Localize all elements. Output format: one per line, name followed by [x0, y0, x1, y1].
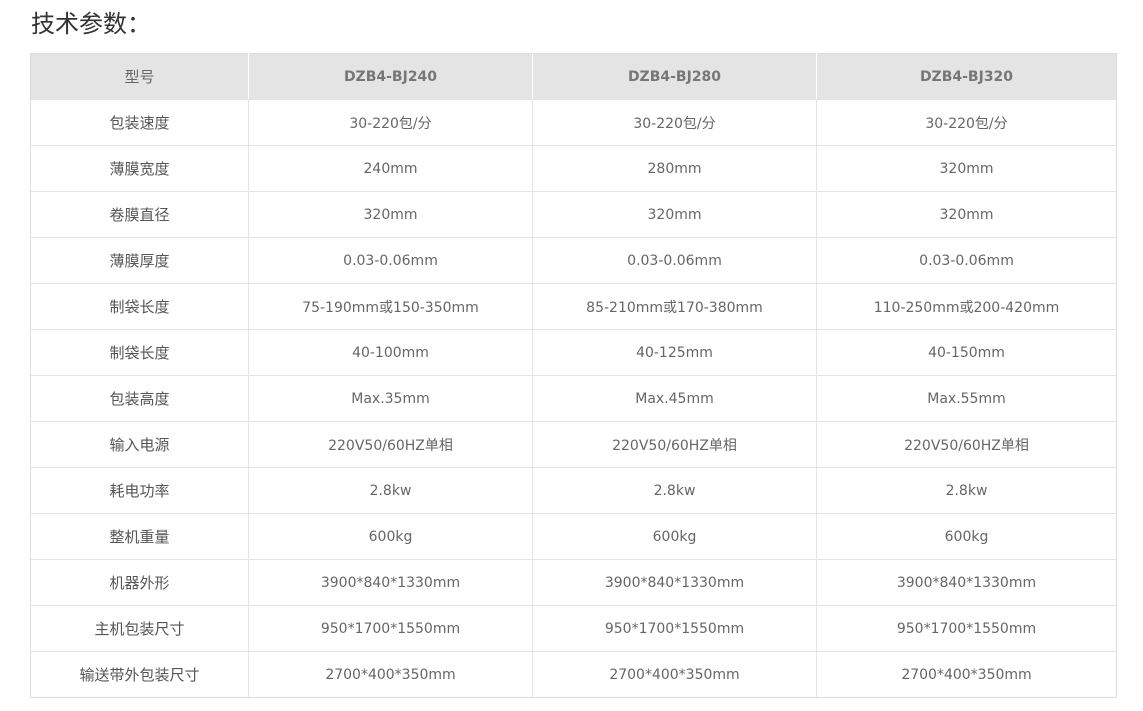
value-cell: 0.03-0.06mm [532, 237, 817, 284]
header-cell-bj240: DZB4-BJ240 [248, 53, 533, 100]
value-cell: 40-100mm [248, 329, 533, 376]
header-cell-bj280: DZB4-BJ280 [532, 53, 817, 100]
table-body: 包装速度 30-220包/分 30-220包/分 30-220包/分 薄膜宽度 … [30, 99, 1117, 698]
spec-table: 型号 DZB4-BJ240 DZB4-BJ280 DZB4-BJ320 包装速度… [30, 53, 1117, 698]
table-row: 耗电功率 2.8kw 2.8kw 2.8kw [30, 467, 1117, 514]
param-name-cell: 输入电源 [30, 421, 249, 468]
value-cell: 2.8kw [816, 467, 1117, 514]
header-cell-model: 型号 [30, 53, 249, 100]
value-cell: 30-220包/分 [532, 99, 817, 146]
value-cell: Max.35mm [248, 375, 533, 422]
value-cell: 2700*400*350mm [532, 651, 817, 698]
table-row: 制袋长度 40-100mm 40-125mm 40-150mm [30, 329, 1117, 376]
table-row: 制袋长度 75-190mm或150-350mm 85-210mm或170-380… [30, 283, 1117, 330]
table-row: 包装高度 Max.35mm Max.45mm Max.55mm [30, 375, 1117, 422]
table-row: 主机包装尺寸 950*1700*1550mm 950*1700*1550mm 9… [30, 605, 1117, 652]
value-cell: 0.03-0.06mm [816, 237, 1117, 284]
value-cell: 110-250mm或200-420mm [816, 283, 1117, 330]
page-title: 技术参数： [31, 10, 151, 38]
param-name-cell: 整机重量 [30, 513, 249, 560]
value-cell: 320mm [248, 191, 533, 238]
param-name-cell: 包装高度 [30, 375, 249, 422]
value-cell: 85-210mm或170-380mm [532, 283, 817, 330]
value-cell: 2.8kw [248, 467, 533, 514]
param-name-cell: 制袋长度 [30, 329, 249, 376]
value-cell: 220V50/60HZ单相 [532, 421, 817, 468]
param-name-cell: 机器外形 [30, 559, 249, 606]
table-header: 型号 DZB4-BJ240 DZB4-BJ280 DZB4-BJ320 [30, 53, 1117, 100]
table-row: 包装速度 30-220包/分 30-220包/分 30-220包/分 [30, 99, 1117, 146]
value-cell: 3900*840*1330mm [248, 559, 533, 606]
value-cell: 950*1700*1550mm [816, 605, 1117, 652]
value-cell: 220V50/60HZ单相 [248, 421, 533, 468]
value-cell: 2700*400*350mm [248, 651, 533, 698]
value-cell: 40-150mm [816, 329, 1117, 376]
table-row: 卷膜直径 320mm 320mm 320mm [30, 191, 1117, 238]
value-cell: 220V50/60HZ单相 [816, 421, 1117, 468]
value-cell: 3900*840*1330mm [816, 559, 1117, 606]
table-row: 机器外形 3900*840*1330mm 3900*840*1330mm 390… [30, 559, 1117, 606]
param-name-cell: 输送带外包装尺寸 [30, 651, 249, 698]
value-cell: 280mm [532, 145, 817, 192]
table-row: 输送带外包装尺寸 2700*400*350mm 2700*400*350mm 2… [30, 651, 1117, 698]
value-cell: Max.45mm [532, 375, 817, 422]
value-cell: 600kg [248, 513, 533, 560]
value-cell: 2.8kw [532, 467, 817, 514]
value-cell: 600kg [816, 513, 1117, 560]
table-row: 整机重量 600kg 600kg 600kg [30, 513, 1117, 560]
value-cell: 320mm [532, 191, 817, 238]
value-cell: Max.55mm [816, 375, 1117, 422]
value-cell: 320mm [816, 191, 1117, 238]
table-row: 薄膜宽度 240mm 280mm 320mm [30, 145, 1117, 192]
param-name-cell: 薄膜宽度 [30, 145, 249, 192]
header-row: 型号 DZB4-BJ240 DZB4-BJ280 DZB4-BJ320 [30, 53, 1117, 100]
value-cell: 950*1700*1550mm [532, 605, 817, 652]
param-name-cell: 制袋长度 [30, 283, 249, 330]
param-name-cell: 包装速度 [30, 99, 249, 146]
value-cell: 0.03-0.06mm [248, 237, 533, 284]
param-name-cell: 主机包装尺寸 [30, 605, 249, 652]
value-cell: 320mm [816, 145, 1117, 192]
table-row: 薄膜厚度 0.03-0.06mm 0.03-0.06mm 0.03-0.06mm [30, 237, 1117, 284]
param-name-cell: 卷膜直径 [30, 191, 249, 238]
value-cell: 75-190mm或150-350mm [248, 283, 533, 330]
value-cell: 30-220包/分 [816, 99, 1117, 146]
value-cell: 600kg [532, 513, 817, 560]
header-cell-bj320: DZB4-BJ320 [816, 53, 1117, 100]
value-cell: 950*1700*1550mm [248, 605, 533, 652]
value-cell: 240mm [248, 145, 533, 192]
value-cell: 3900*840*1330mm [532, 559, 817, 606]
value-cell: 40-125mm [532, 329, 817, 376]
param-name-cell: 耗电功率 [30, 467, 249, 514]
param-name-cell: 薄膜厚度 [30, 237, 249, 284]
value-cell: 30-220包/分 [248, 99, 533, 146]
value-cell: 2700*400*350mm [816, 651, 1117, 698]
table-row: 输入电源 220V50/60HZ单相 220V50/60HZ单相 220V50/… [30, 421, 1117, 468]
